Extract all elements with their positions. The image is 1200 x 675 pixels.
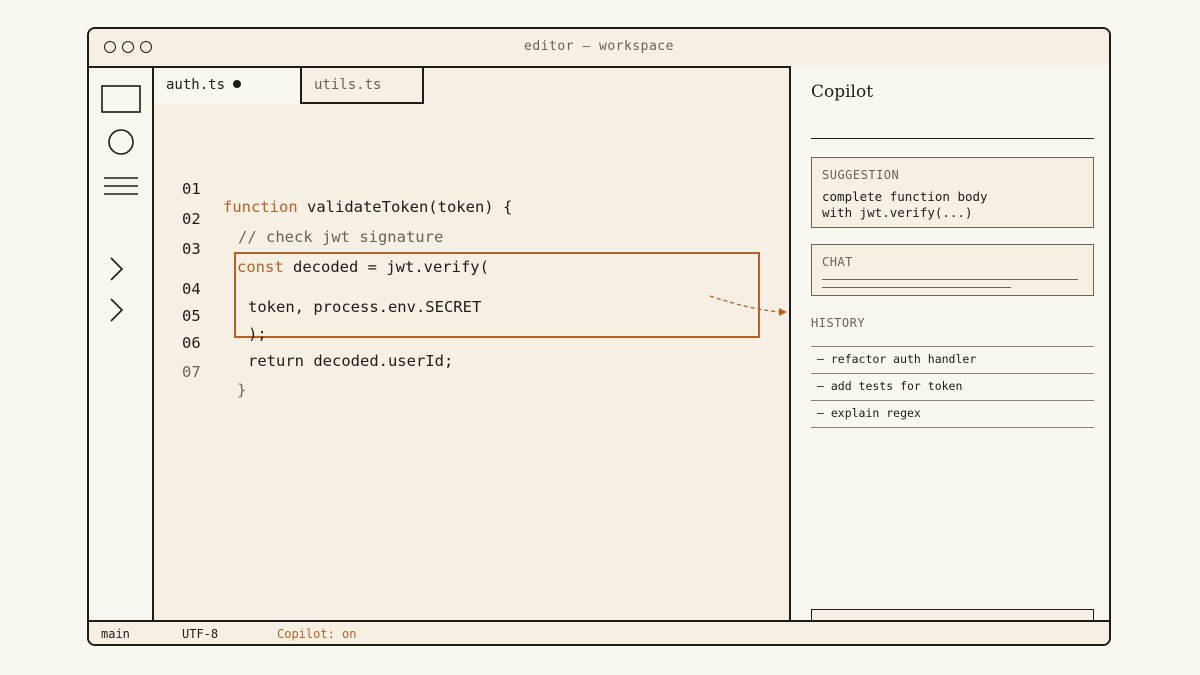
suggested-code-text: return decoded.userId;	[248, 352, 454, 370]
chevron-right-icon[interactable]	[109, 256, 125, 282]
suggestion-label: SUGGESTION	[822, 168, 900, 182]
activity-bar	[89, 68, 154, 624]
divider	[811, 427, 1094, 428]
tab-label: utils.ts	[314, 77, 382, 93]
tab-auth-ts[interactable]: auth.ts	[154, 68, 302, 104]
chat-card[interactable]: CHAT	[811, 244, 1094, 296]
history-label: HISTORY	[811, 316, 866, 330]
history-item[interactable]: — explain regex	[811, 400, 1094, 426]
divider	[811, 138, 1094, 139]
editor-window: editor — workspace auth.ts utils.ts 01 f…	[87, 27, 1111, 646]
suggestion-card[interactable]: SUGGESTION complete function body with j…	[811, 157, 1094, 228]
menu-icon[interactable]	[103, 176, 139, 198]
files-icon[interactable]	[101, 85, 141, 113]
suggested-code-text: token, process.env.SECRET	[248, 298, 482, 316]
copilot-title: Copilot	[811, 82, 874, 102]
chevron-right-icon[interactable]	[109, 297, 125, 323]
title-bar: editor — workspace	[89, 29, 1109, 68]
suggestion-arrow-icon	[709, 295, 787, 316]
code-text: validateToken(token) {	[297, 198, 513, 216]
code-text: }	[237, 381, 247, 399]
code-comment: // check jwt signature	[238, 228, 444, 246]
keyword: function	[223, 198, 298, 216]
encoding-indicator[interactable]: UTF-8	[182, 627, 218, 641]
line-number: 07	[182, 363, 201, 381]
tab-bar: auth.ts utils.ts	[154, 68, 424, 104]
suggestion-line-1: complete function body	[822, 189, 988, 204]
history-item[interactable]: — refactor auth handler	[811, 346, 1094, 372]
modified-indicator-icon	[233, 80, 242, 88]
search-icon[interactable]	[107, 128, 135, 156]
suggested-code-text: );	[248, 325, 267, 343]
tab-utils-ts[interactable]: utils.ts	[302, 68, 424, 104]
history-item[interactable]: — add tests for token	[811, 373, 1094, 399]
window-title: editor — workspace	[524, 39, 674, 54]
keyword: const	[237, 258, 284, 276]
tab-label: auth.ts	[166, 77, 226, 93]
chat-placeholder-line	[822, 279, 1078, 280]
code-line: 07 }	[154, 345, 246, 417]
code-editor[interactable]: auth.ts utils.ts 01 function validateTok…	[154, 68, 856, 624]
suggestion-line-2: with jwt.verify(...)	[822, 205, 973, 220]
status-bar: main UTF-8 Copilot: on	[89, 620, 1109, 644]
copilot-status[interactable]: Copilot: on	[277, 627, 356, 641]
copilot-panel: Copilot SUGGESTION complete function bod…	[789, 66, 1109, 644]
code-text: decoded = jwt.verify(	[283, 258, 489, 276]
chat-label: CHAT	[822, 255, 853, 269]
line-number: 03	[182, 240, 201, 258]
chat-placeholder-line	[822, 287, 1011, 288]
branch-indicator[interactable]: main	[101, 627, 130, 641]
